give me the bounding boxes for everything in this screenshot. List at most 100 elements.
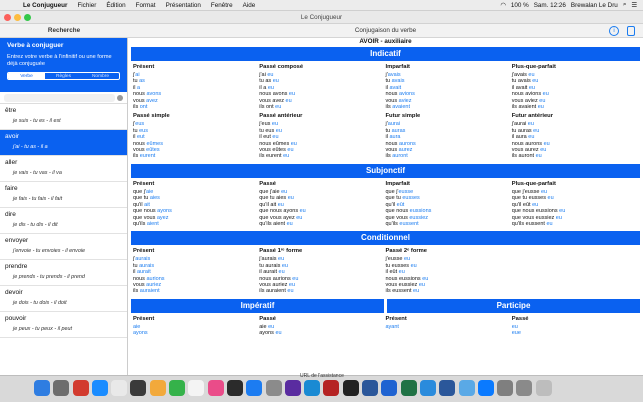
verb-ending: eu <box>267 84 274 91</box>
dock-icons <box>34 380 552 396</box>
dock-app-icon[interactable] <box>323 380 340 396</box>
subject-text: tu auras <box>511 127 534 134</box>
menu-item[interactable]: Présentation <box>161 2 206 9</box>
dock-app-icon[interactable] <box>362 380 379 396</box>
verb-list-item[interactable]: devoir je dois - tu dois - il doit <box>0 286 127 312</box>
dock-app-icon[interactable] <box>400 380 417 396</box>
clock[interactable]: Sam. 12:26 <box>534 2 566 9</box>
verb-ending: eut <box>136 134 145 141</box>
conjugation-line: ils eurent <box>133 153 257 159</box>
verb-list: être je suis - tu es - il est avoir j'ai - … <box>0 104 127 338</box>
tense-name: Passé 2ᵉ forme <box>385 248 428 255</box>
conjugation-line: ayant <box>386 324 510 330</box>
verb-list-item[interactable]: envoyer j'envoie - tu envoies - il envoie <box>0 234 127 260</box>
dock-app-icon[interactable] <box>72 380 89 396</box>
subject-text: nous aurons <box>511 140 544 147</box>
verb-list-item[interactable]: prendre je prends - tu prends - il prend <box>0 260 127 286</box>
menu-item[interactable]: Fenêtre <box>206 2 238 9</box>
dock-app-icon[interactable] <box>53 380 70 396</box>
dock-app-icon[interactable] <box>535 380 552 396</box>
verb-list-item[interactable]: avoir j'ai - tu as - il a <box>0 130 127 156</box>
title-bar: Le Conjugueur <box>0 11 643 24</box>
dock-app-icon[interactable] <box>381 380 398 396</box>
verb-ending: eue <box>511 330 521 337</box>
dock-app-icon[interactable] <box>130 380 147 396</box>
dock-app-icon[interactable] <box>516 380 533 396</box>
menu-item[interactable]: Édition <box>101 2 130 9</box>
close-button[interactable] <box>4 14 11 21</box>
verb-ending: auras <box>391 127 406 134</box>
dock-app-icon[interactable] <box>111 380 128 396</box>
subject-text: ils <box>133 288 140 295</box>
battery-label[interactable]: 100 % <box>511 2 529 9</box>
subject-text: nous <box>385 91 399 98</box>
conjugation-line: qu'ils aient <box>133 221 257 227</box>
subject-text: ils ont <box>259 104 276 111</box>
verb-ending: eu <box>547 195 554 202</box>
segment-nombre[interactable]: Nombre <box>82 73 119 79</box>
dock-app-icon[interactable] <box>246 380 263 396</box>
dock-app-icon[interactable] <box>284 380 301 396</box>
wifi-icon[interactable]: ◠ <box>500 2 506 9</box>
menu-item[interactable]: Aide <box>238 2 261 9</box>
subject-text: que tu eusses <box>511 195 548 202</box>
info-icon[interactable]: i <box>609 26 619 36</box>
dock-app-icon[interactable] <box>497 380 514 396</box>
dock-app-icon[interactable] <box>34 380 50 396</box>
verb-forms: j'ai - tu as - il a <box>13 144 48 150</box>
dock-app-icon[interactable] <box>439 380 456 396</box>
verb-list-item[interactable]: dire je dis - tu dis - il dit <box>0 208 127 234</box>
dock-app-icon[interactable] <box>419 380 436 396</box>
zoom-button[interactable] <box>24 14 31 21</box>
subject-text: que vous eussiez <box>511 214 556 221</box>
verb-ending: avaient <box>392 104 410 111</box>
subject-text: qu'il <box>385 201 397 208</box>
dock-app-icon[interactable] <box>188 380 205 396</box>
verb-list-item[interactable]: faire je fais - tu fais - il fait <box>0 182 127 208</box>
search-input[interactable] <box>4 93 115 102</box>
dock-app-icon[interactable] <box>91 380 108 396</box>
segment-verbe[interactable]: Verbe <box>8 73 45 79</box>
subject-text: vous aurez <box>511 147 541 154</box>
subject-text: nous avons <box>259 91 289 98</box>
dock-app-icon[interactable] <box>304 380 321 396</box>
tense-block: Présent j'ai tu as il a nous avons vous avez i… <box>133 64 259 113</box>
conjugation-line: ils avaient <box>386 104 510 110</box>
menu-item[interactable]: Format <box>131 2 161 9</box>
subject-text: que vous ayez <box>259 214 297 221</box>
search-icon[interactable]: ⌕ <box>623 1 627 9</box>
menu-item[interactable]: Fichier <box>72 2 101 9</box>
verb-ending: eu <box>527 121 534 128</box>
verb-list-item[interactable]: être je suis - tu es - il est <box>0 104 127 130</box>
dock-app-icon[interactable] <box>477 380 494 396</box>
dock-app-icon[interactable] <box>458 380 475 396</box>
dock-app-icon[interactable] <box>265 380 282 396</box>
verb-name: pouvoir <box>5 315 27 322</box>
clear-search-icon[interactable] <box>117 94 123 101</box>
user-name[interactable]: Brewalan Le Dru <box>571 2 618 9</box>
menu-item[interactable]: Le Conjugueur <box>18 2 72 9</box>
dock-app-icon[interactable] <box>207 380 224 396</box>
dock-app-icon[interactable] <box>226 380 243 396</box>
dock-app-icon[interactable] <box>169 380 186 396</box>
verb-ending: aurions <box>146 275 165 282</box>
verb-ending: eu <box>287 147 294 154</box>
minimize-button[interactable] <box>14 14 21 21</box>
dock-app-icon[interactable] <box>342 380 359 396</box>
verb-list-item[interactable]: pouvoir je peux - tu peux - il peut <box>0 312 127 338</box>
dock-app-icon[interactable] <box>149 380 166 396</box>
verb-ending: avions <box>398 91 415 98</box>
verb-ending: eu <box>275 127 282 134</box>
segment-regles[interactable]: Règles <box>45 73 82 79</box>
verb-list-item[interactable]: aller je vais - tu vas - il va <box>0 156 127 182</box>
subject-text: il avait <box>511 84 529 91</box>
subject-text: qu'ils <box>133 220 147 227</box>
subject-text: nous <box>133 275 147 282</box>
menu-list-icon[interactable]: ☰ <box>631 2 637 9</box>
subject-text: vous avez <box>259 97 286 104</box>
verb-ending: eu <box>542 91 549 98</box>
tense-name: Présent <box>133 248 155 255</box>
tense-block: Passé 1ʳᵉ forme j'aurais eu tu aurais eu il… <box>259 248 385 297</box>
verb-ending: ayons <box>133 330 148 337</box>
share-icon[interactable] <box>627 26 635 36</box>
